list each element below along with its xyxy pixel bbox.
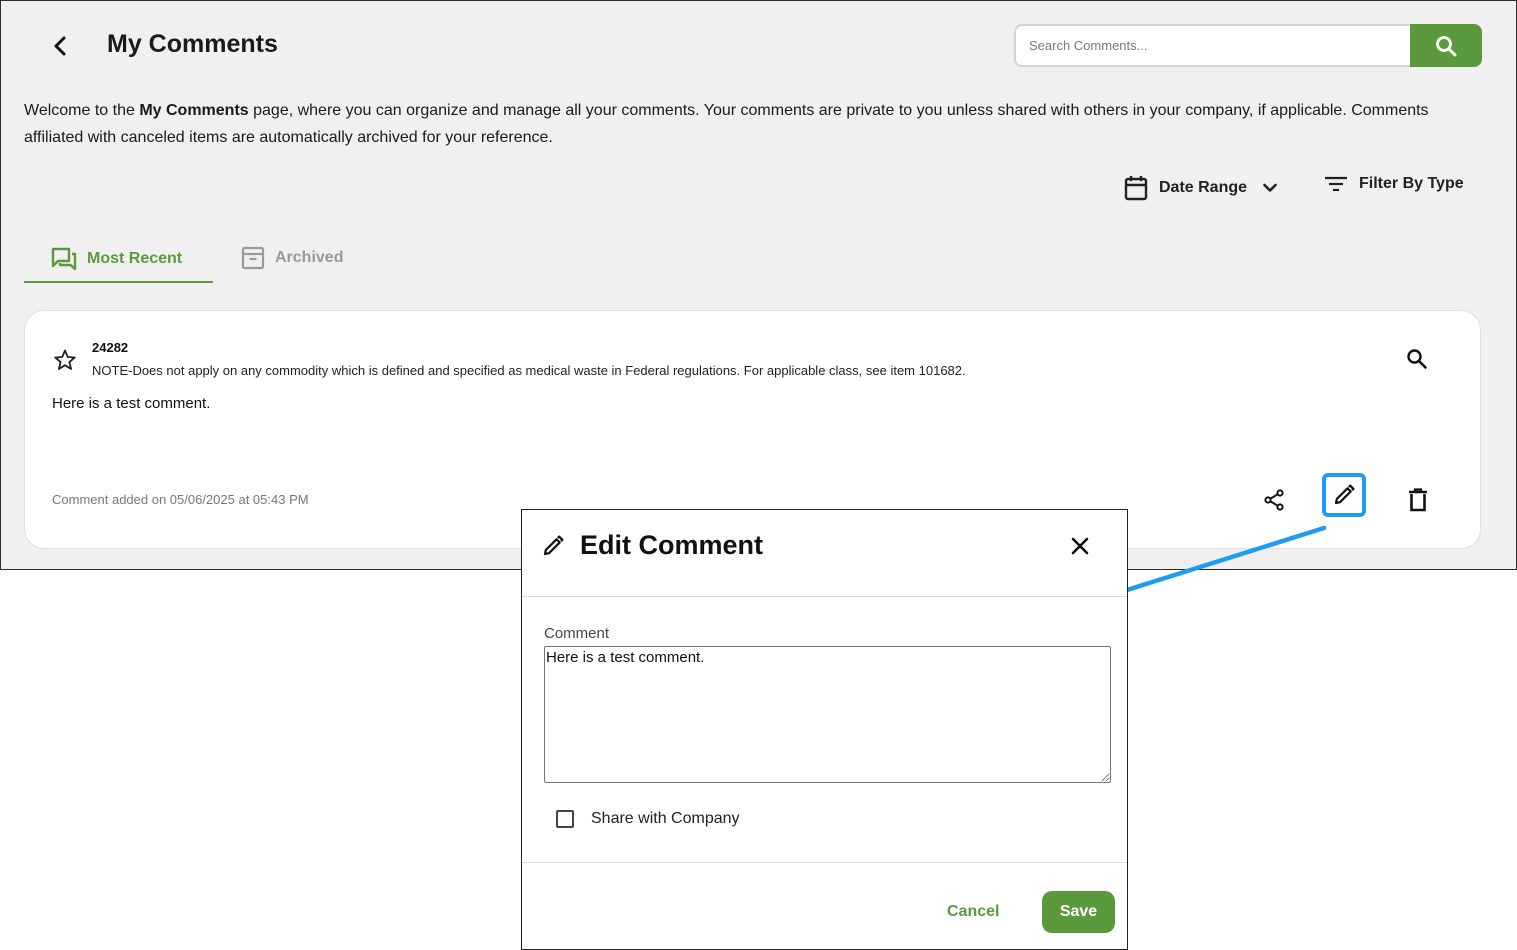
search-icon [1436, 35, 1457, 56]
tab-archived[interactable]: Archived [241, 236, 343, 280]
archive-box-icon [241, 246, 265, 270]
comment-textarea[interactable]: Here is a test comment. [544, 646, 1111, 783]
share-icon [1264, 489, 1284, 511]
forum-icon [51, 247, 77, 270]
edit-comment-dialog: Edit Comment Comment Here is a test comm… [521, 509, 1128, 950]
search-button[interactable] [1410, 24, 1482, 67]
date-range-label: Date Range [1159, 179, 1248, 196]
dialog-footer-divider [522, 862, 1127, 863]
close-icon [1071, 537, 1089, 555]
filter-lines-icon [1325, 176, 1347, 192]
comment-tabs: Most Recent Archived [24, 236, 384, 283]
my-comments-page: My Comments Welcome to the My Comments p… [0, 0, 1517, 570]
tab-most-recent-label: Most Recent [87, 249, 183, 267]
item-number: 24282 [92, 340, 129, 355]
cancel-button[interactable]: Cancel [947, 903, 999, 921]
search-icon [1407, 349, 1427, 369]
delete-button[interactable] [1403, 485, 1433, 515]
star-icon[interactable] [53, 348, 77, 372]
intro-bold: My Comments [139, 102, 249, 119]
tab-most-recent[interactable]: Most Recent [24, 236, 213, 283]
pencil-icon [1334, 484, 1355, 505]
comment-text: Here is a test comment. [52, 395, 211, 412]
tab-archived-label: Archived [275, 249, 344, 266]
comment-field-label: Comment [544, 625, 610, 642]
dialog-title: Edit Comment [580, 530, 764, 560]
item-note: NOTE-Does not apply on any commodity whi… [92, 363, 966, 378]
search-input[interactable] [1014, 24, 1410, 67]
date-range-filter[interactable]: Date Range [1124, 175, 1277, 201]
close-button[interactable] [1065, 531, 1095, 561]
page-title: My Comments [107, 30, 278, 58]
intro-prefix: Welcome to the [24, 102, 140, 119]
search-bar [1014, 24, 1482, 67]
chevron-left-icon [54, 36, 66, 56]
share-with-company-option[interactable]: Share with Company [556, 810, 740, 828]
share-checkbox[interactable] [556, 810, 574, 828]
intro-text: Welcome to the My Comments page, where y… [24, 97, 1464, 151]
back-button[interactable] [45, 31, 75, 61]
view-item-button[interactable] [1402, 344, 1432, 374]
chevron-down-icon [1263, 183, 1277, 192]
share-button[interactable] [1259, 485, 1289, 515]
trash-icon [1409, 488, 1427, 512]
calendar-icon [1124, 176, 1148, 201]
filter-by-type[interactable]: Filter By Type [1324, 175, 1464, 193]
save-button[interactable]: Save [1042, 891, 1115, 933]
dialog-header: Edit Comment [522, 510, 1127, 597]
comment-timestamp: Comment added on 05/06/2025 at 05:43 PM [52, 492, 309, 507]
share-label: Share with Company [591, 810, 740, 827]
edit-button[interactable] [1322, 473, 1366, 517]
filter-by-type-label: Filter By Type [1359, 175, 1464, 192]
pencil-icon [543, 535, 564, 556]
